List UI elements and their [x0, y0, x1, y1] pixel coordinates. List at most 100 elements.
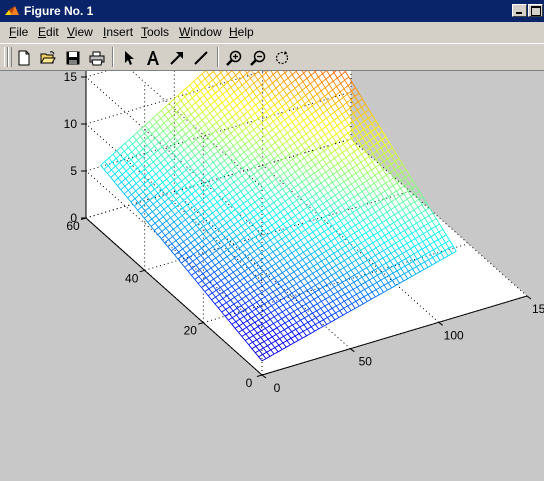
toolbar-separator — [112, 47, 114, 67]
minimize-button[interactable] — [512, 4, 527, 17]
tick-mark — [198, 322, 204, 325]
open-file-button[interactable] — [37, 47, 59, 69]
toolbar-grip[interactable] — [8, 47, 12, 67]
mesh-line — [377, 139, 382, 144]
y-tick-label: 20 — [184, 324, 198, 338]
mesh-line — [361, 98, 366, 105]
mesh-line — [363, 120, 368, 127]
mesh-line — [369, 148, 374, 155]
mesh-line — [374, 134, 379, 138]
menu-view[interactable]: View — [67, 25, 93, 39]
mesh-line — [372, 150, 378, 155]
tick-mark — [438, 321, 443, 326]
mesh-line — [373, 142, 378, 146]
window-title: Figure No. 1 — [24, 4, 94, 18]
mesh-line — [375, 120, 380, 127]
mesh-line — [378, 125, 383, 132]
mesh-line — [378, 131, 383, 135]
mesh-line — [402, 163, 407, 170]
mesh-line — [368, 114, 373, 119]
mesh-line — [398, 163, 403, 168]
mesh-line — [373, 137, 379, 143]
mesh-line — [358, 140, 363, 147]
rotate-3d-button[interactable] — [271, 47, 293, 69]
z-tick-label: 0 — [70, 211, 77, 225]
mesh-line — [407, 188, 413, 192]
mesh-line — [357, 98, 363, 103]
mesh-line — [380, 153, 385, 157]
zoom-out-button[interactable] — [247, 47, 269, 69]
mesh-line — [379, 161, 384, 165]
mesh-line — [359, 120, 365, 125]
mesh-line — [367, 117, 372, 124]
mesh-line — [372, 153, 377, 160]
menu-file[interactable]: File — [9, 25, 28, 39]
insert-arrow-icon — [170, 52, 183, 65]
mesh-line — [370, 128, 376, 133]
mesh-line — [405, 169, 410, 176]
mesh-line — [418, 196, 423, 200]
mesh-line — [358, 93, 363, 100]
mesh-line — [391, 155, 396, 162]
zoom-in-button[interactable] — [223, 47, 245, 69]
mesh-line — [411, 185, 417, 189]
mesh-line — [401, 169, 407, 173]
mesh-line — [381, 139, 386, 146]
title-bar[interactable]: Figure No. 1 — [0, 0, 544, 22]
mesh-line — [361, 107, 366, 113]
mesh-line — [367, 126, 372, 133]
mesh-line — [386, 163, 392, 168]
mesh-line — [352, 118, 358, 123]
y-tick-label: 0 — [246, 376, 253, 390]
menu-window[interactable]: Window — [179, 25, 222, 39]
menu-help[interactable]: Help — [229, 25, 254, 39]
mesh-line — [373, 145, 378, 152]
surface-plot[interactable]: 050100150020406005101520 — [0, 71, 544, 481]
mesh-line — [397, 174, 402, 181]
tick-mark — [526, 295, 532, 300]
mesh-line — [390, 163, 395, 170]
mesh-line — [358, 137, 364, 142]
mesh-line — [384, 141, 390, 146]
menu-insert[interactable]: Insert — [103, 25, 133, 39]
mesh-line — [415, 191, 420, 195]
menu-bar: File Edit View Insert Tools Window Help — [0, 22, 544, 42]
mesh-line — [393, 174, 399, 179]
mesh-line — [356, 118, 361, 125]
maximize-button[interactable] — [528, 4, 543, 17]
tick-mark — [256, 374, 263, 377]
mesh-line — [381, 136, 387, 141]
mesh-line — [384, 144, 389, 151]
x-tick-label: 100 — [444, 328, 464, 342]
save-button[interactable] — [62, 47, 84, 69]
mesh-line — [351, 90, 356, 97]
figure-canvas[interactable]: 050100150020406005101520 — [0, 71, 544, 481]
insert-text-button[interactable] — [142, 47, 164, 69]
rotate-3d-icon — [275, 51, 289, 65]
mesh-line — [394, 166, 399, 170]
mesh-line — [377, 142, 382, 149]
mesh-line — [365, 148, 370, 152]
mesh-line — [408, 174, 413, 181]
mesh-line — [401, 172, 406, 178]
edit-plot-button[interactable] — [118, 47, 140, 69]
mesh-line — [362, 134, 368, 139]
mesh-line — [356, 115, 362, 120]
mesh-line — [365, 103, 370, 110]
mesh-line — [352, 121, 357, 128]
mesh-line — [351, 135, 356, 139]
mesh-line — [395, 152, 400, 159]
menu-edit[interactable]: Edit — [38, 25, 59, 39]
mesh-line — [354, 96, 359, 103]
insert-line-button[interactable] — [190, 47, 212, 69]
mesh-line — [364, 112, 369, 119]
insert-arrow-button[interactable] — [166, 47, 188, 69]
mesh-line — [383, 161, 388, 168]
mesh-line — [365, 139, 371, 144]
mesh-line — [386, 166, 391, 173]
menu-tools[interactable]: Tools — [141, 25, 169, 39]
mesh-line — [351, 126, 357, 131]
print-button[interactable] — [86, 47, 108, 69]
mesh-line — [368, 153, 374, 157]
new-figure-button[interactable] — [13, 47, 35, 69]
